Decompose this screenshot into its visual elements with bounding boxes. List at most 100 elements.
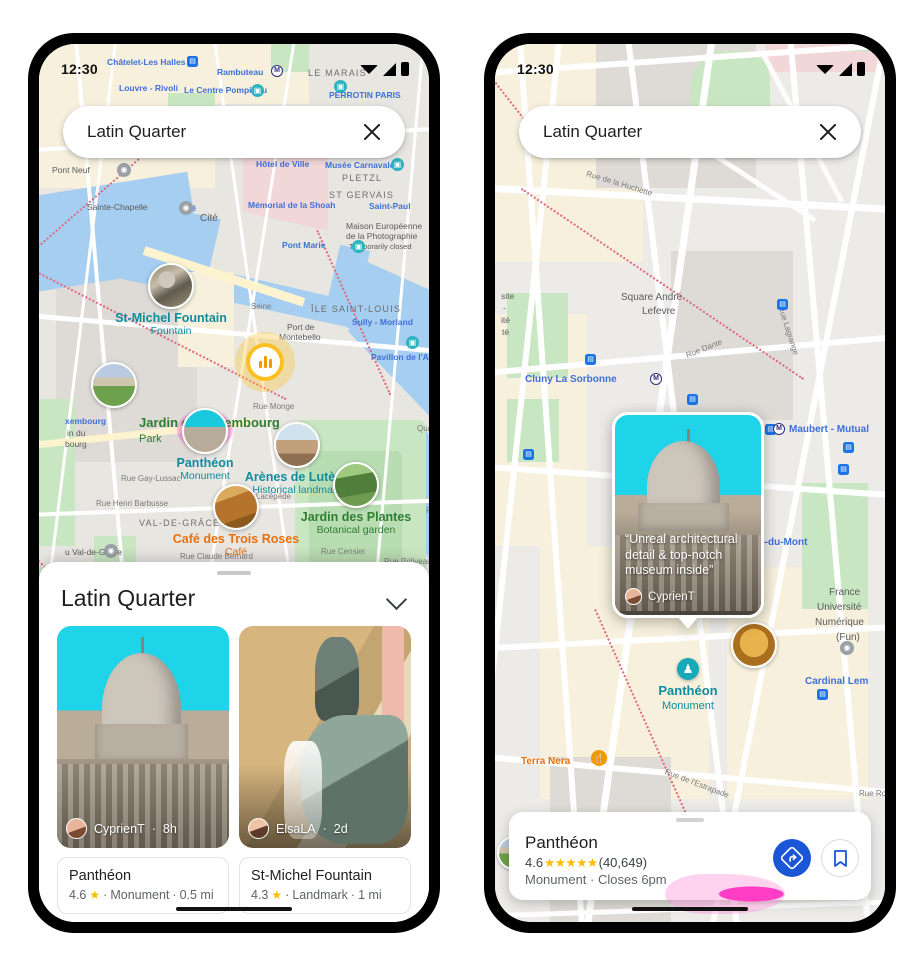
- search-input[interactable]: Latin Quarter: [543, 122, 642, 142]
- place-card-list: CyprienT · 8h Panthéon 4.6 ★ · Monument …: [39, 618, 429, 920]
- map-pin-name[interactable]: Panthéon: [643, 683, 733, 699]
- map-label: ÎLE SAINT-LOUIS: [311, 304, 402, 314]
- place-actions: [773, 835, 859, 877]
- map-label: LE MARAIS: [308, 68, 367, 78]
- museum-icon[interactable]: ▣: [334, 80, 347, 93]
- bar-chart-icon: [250, 347, 280, 377]
- bus-stop-icon[interactable]: ▤: [843, 442, 854, 453]
- search-input[interactable]: Latin Quarter: [87, 122, 186, 142]
- map-label: Rue Monge: [253, 402, 295, 411]
- photo-age: 2d: [333, 821, 348, 836]
- poi-st-michel-fountain[interactable]: St-Michel Fountain Fountain: [111, 263, 231, 337]
- home-indicator[interactable]: [632, 907, 748, 911]
- right-search-bar[interactable]: Latin Quarter: [519, 106, 861, 158]
- map-label: Musée Carnavalet: [325, 160, 398, 170]
- trending-marker[interactable]: [235, 332, 295, 392]
- landmark-icon[interactable]: ◉: [179, 201, 193, 215]
- map-label: Saint-Paul: [369, 201, 411, 211]
- avatar: [625, 588, 642, 605]
- poi-category: Café: [224, 546, 248, 558]
- bus-stop-icon[interactable]: ▤: [777, 299, 788, 310]
- map-label: Lefevre: [642, 306, 676, 317]
- transit-icon[interactable]: ▤: [187, 56, 198, 67]
- landmark-icon[interactable]: ◉: [117, 163, 131, 177]
- poi-cardinal-lemoine[interactable]: [731, 622, 777, 668]
- map-label: Cluny La Sorbonne: [525, 374, 617, 385]
- map-label: France: [829, 587, 861, 598]
- metro-icon[interactable]: M: [773, 423, 785, 435]
- map-label: Numérique: [815, 617, 864, 628]
- monument-icon[interactable]: ♟: [677, 658, 699, 680]
- save-button[interactable]: [821, 839, 859, 877]
- metro-icon[interactable]: M: [271, 65, 283, 77]
- map-label: Maubert - Mutual: [789, 424, 869, 435]
- poi-name: Café des Trois Roses: [172, 532, 300, 546]
- university-icon[interactable]: ◉: [840, 641, 854, 655]
- map-label: Sully - Morland: [352, 317, 413, 327]
- poi-cafe-des-trois-roses[interactable]: Café des Trois Roses Café: [151, 484, 321, 558]
- directions-button[interactable]: [773, 839, 811, 877]
- map-label: Pont Marie: [282, 240, 326, 250]
- clear-search-icon[interactable]: [361, 121, 383, 143]
- bus-stop-icon[interactable]: ▤: [838, 464, 849, 475]
- place-card[interactable]: ElsaLA · 2d St-Michel Fountain 4.3 ★ · L…: [239, 626, 411, 914]
- left-nav-bar[interactable]: [39, 896, 429, 922]
- restaurant-icon[interactable]: 🍴: [591, 750, 607, 766]
- map-label: Rue Censier: [321, 547, 366, 556]
- map-label: Pont Neuf: [52, 165, 90, 175]
- place-card[interactable]: CyprienT · 8h Panthéon 4.6 ★ · Monument …: [57, 626, 229, 914]
- right-nav-bar[interactable]: [495, 896, 885, 922]
- stars-icon: ★★★★★: [544, 856, 598, 870]
- map-label: Hôtel de Ville: [256, 159, 310, 169]
- bus-stop-icon[interactable]: ▤: [687, 394, 698, 405]
- map-label: Square André: [621, 292, 683, 303]
- card-photo[interactable]: ElsaLA · 2d: [239, 626, 411, 848]
- map-label: Université: [817, 602, 862, 613]
- metro-icon[interactable]: M: [650, 373, 662, 385]
- map-label: Cardinal Lem: [805, 676, 869, 687]
- place-name: St-Michel Fountain: [251, 868, 372, 884]
- left-search-bar[interactable]: Latin Quarter: [63, 106, 405, 158]
- phone-left: Châtelet-Les Halles Rambuteau LE MARAIS Lou…: [28, 33, 440, 933]
- map-label: Terra Nera: [521, 756, 571, 767]
- poi-photo: [333, 462, 379, 508]
- landmark-icon[interactable]: ◉: [104, 544, 118, 558]
- author-name: CyprienT: [648, 590, 695, 603]
- map-label: PLETZL: [342, 173, 383, 183]
- callout-photo: “Unreal architectural detail & top-notch…: [612, 412, 764, 618]
- avatar: [248, 818, 269, 839]
- map-label: ité: [501, 315, 510, 325]
- map-label: Rambuteau: [217, 67, 264, 77]
- clear-search-icon[interactable]: [817, 121, 839, 143]
- bus-stop-icon[interactable]: ▤: [523, 449, 534, 460]
- poi-photo: [731, 622, 777, 668]
- left-screen: Châtelet-Les Halles Rambuteau LE MARAIS Lou…: [39, 44, 429, 922]
- map-label: -: [503, 303, 506, 313]
- home-indicator[interactable]: [176, 907, 292, 911]
- poi-name: St-Michel Fountain: [115, 311, 227, 325]
- museum-icon[interactable]: ▣: [406, 336, 419, 349]
- chevron-down-icon[interactable]: [387, 589, 407, 609]
- map-label: ST GERVAIS: [329, 190, 395, 200]
- place-rating: 4.6 ★★★★★ (40,649): [525, 855, 773, 870]
- place-name: Panthéon: [69, 868, 132, 884]
- bus-stop-icon[interactable]: ▤: [585, 354, 596, 365]
- museum-icon[interactable]: ▣: [352, 240, 365, 253]
- map-label: Châtelet-Les Halles: [107, 57, 186, 67]
- map-label: bourg: [65, 439, 87, 449]
- museum-icon[interactable]: ▣: [251, 84, 264, 97]
- screenshot-stage: Châtelet-Les Halles Rambuteau LE MARAIS Lou…: [0, 0, 924, 966]
- card-photo[interactable]: CyprienT · 8h: [57, 626, 229, 848]
- callout-tail: [677, 616, 699, 629]
- bus-stop-icon[interactable]: ▤: [817, 689, 828, 700]
- left-bottom-sheet[interactable]: Latin Quarter CyprienT · 8h Panthéon 4.6…: [39, 562, 429, 922]
- card-grabber[interactable]: [676, 818, 704, 822]
- museum-icon[interactable]: ▣: [391, 158, 404, 171]
- avatar: [66, 818, 87, 839]
- right-screen: Rue de la Huchette Square André Lefevre sit…: [495, 44, 885, 922]
- right-map[interactable]: Rue de la Huchette Square André Lefevre sit…: [495, 44, 885, 922]
- poi-photo: [91, 362, 137, 408]
- directions-icon: [781, 847, 803, 869]
- poi-jardin-du-luxembourg[interactable]: [91, 362, 137, 408]
- review-callout[interactable]: “Unreal architectural detail & top-notch…: [612, 412, 764, 629]
